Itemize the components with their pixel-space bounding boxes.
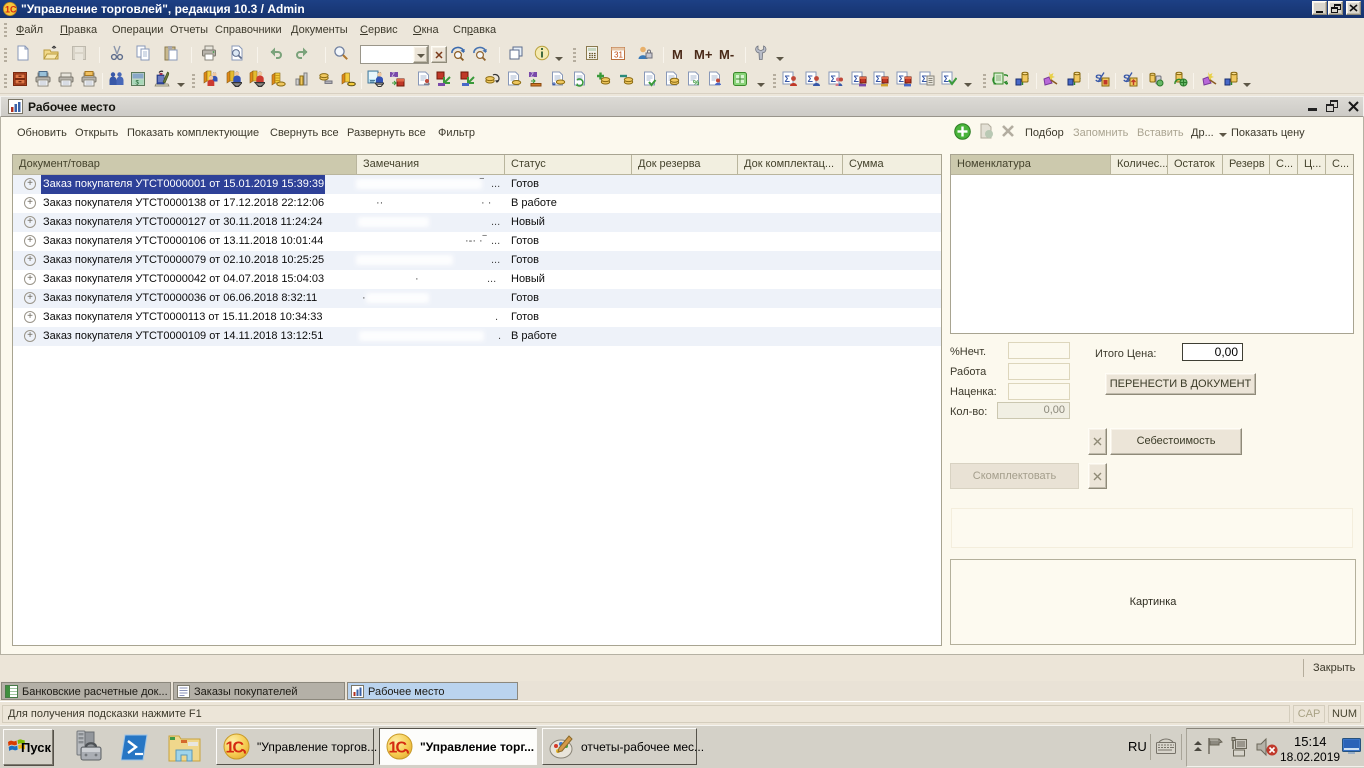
svg-text:Σ: Σ [944, 74, 950, 84]
svg-text:Σ: Σ [854, 74, 860, 84]
svg-text:S: S [1123, 73, 1130, 85]
svg-text:%: % [693, 80, 700, 87]
svg-text:С: С [233, 740, 245, 757]
svg-text:Σ: Σ [899, 74, 905, 84]
svg-text:31: 31 [614, 51, 623, 60]
svg-text:1С: 1С [5, 5, 17, 15]
svg-text:Σ: Σ [785, 74, 791, 84]
svg-text:Σ: Σ [808, 74, 814, 84]
svg-text:S: S [1095, 73, 1102, 85]
svg-text:Σ: Σ [831, 74, 837, 84]
svg-text:Σ: Σ [876, 74, 882, 84]
svg-text:С: С [396, 740, 408, 757]
